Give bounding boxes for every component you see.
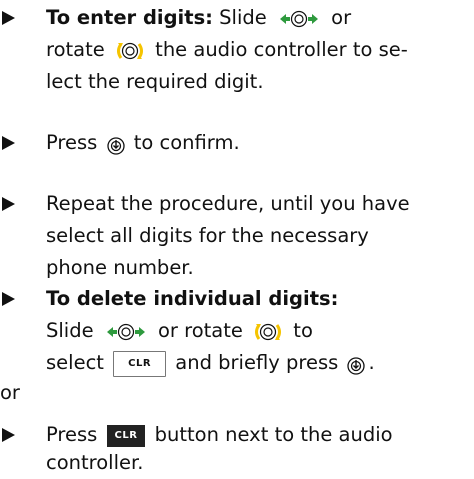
bullet-arrow-icon xyxy=(2,11,15,25)
slide-controller-icon xyxy=(276,8,322,30)
step-heading: To delete individual digits: xyxy=(46,287,339,310)
press-controller-icon xyxy=(346,354,366,375)
press-controller-icon xyxy=(106,134,126,155)
rotate-controller-icon xyxy=(114,40,146,62)
clr-softkey: CLR xyxy=(113,350,167,377)
step-heading: To enter digits: xyxy=(46,6,213,29)
slide-controller-icon xyxy=(103,321,149,343)
bullet-arrow-icon xyxy=(2,292,15,306)
clr-hardware-button: CLR xyxy=(106,424,146,447)
bullet-arrow-icon xyxy=(2,136,15,150)
bullet-arrow-icon xyxy=(2,428,15,442)
or-separator: or xyxy=(0,381,20,404)
rotate-controller-icon xyxy=(252,321,284,343)
bullet-arrow-icon xyxy=(2,197,15,211)
instruction-page: To enter digits: Slide or rotate the aud… xyxy=(0,6,410,474)
